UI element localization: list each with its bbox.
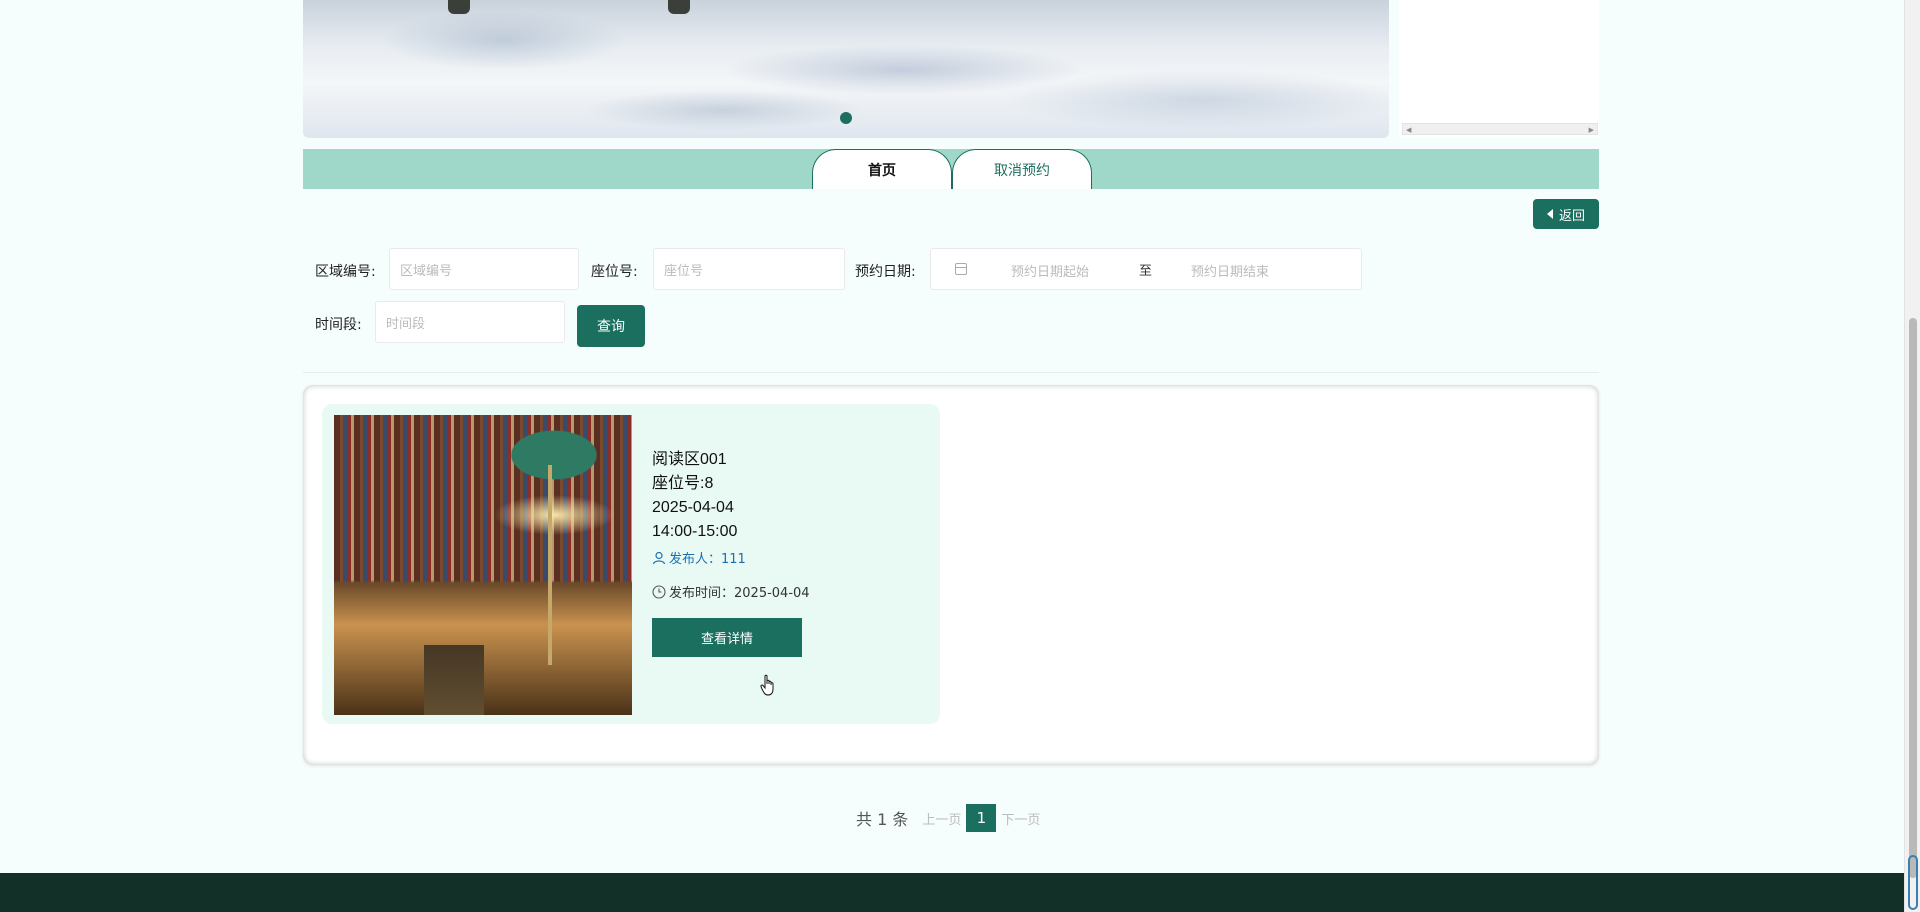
current-page[interactable]: 1	[966, 804, 997, 832]
pagination-total: 共 1 条	[856, 810, 909, 829]
side-panel	[1399, 0, 1599, 138]
time-input[interactable]: 时间段	[375, 301, 565, 343]
card-date: 2025-04-04	[652, 499, 734, 516]
tab-cancel-reservation[interactable]: 取消预约	[952, 149, 1092, 189]
footer	[0, 873, 1920, 912]
card-seat: 座位号:8	[652, 475, 714, 492]
tab-home[interactable]: 首页	[812, 149, 952, 189]
clock-icon	[652, 584, 666, 599]
seat-input[interactable]: 座位号	[653, 248, 845, 290]
date-end-input[interactable]: 预约日期结束	[1191, 261, 1269, 280]
vertical-scrollbar[interactable]	[1904, 0, 1920, 912]
publisher-text: 发布人：111	[669, 552, 746, 567]
area-label: 区域编号:	[315, 264, 376, 280]
card-area: 阅读区001	[652, 451, 727, 468]
card-publish-time: 发布时间：2025-04-04	[652, 582, 810, 601]
date-range-picker[interactable]: 预约日期起始 至 预约日期结束	[930, 248, 1362, 290]
banner-tree-shadow	[448, 0, 470, 14]
back-button[interactable]: 返回	[1533, 199, 1599, 229]
pagination: 共 1 条 上一页 1 下一页	[856, 804, 1040, 832]
scroll-left-icon[interactable]: ◀	[1406, 126, 1411, 134]
prev-page-link[interactable]: 上一页	[922, 809, 961, 828]
next-page-link[interactable]: 下一页	[1001, 809, 1040, 828]
calendar-icon	[955, 263, 967, 275]
seat-image[interactable]	[334, 415, 632, 715]
floor-reflection	[424, 645, 484, 715]
area-input[interactable]: 区域编号	[389, 248, 579, 290]
time-label: 时间段:	[315, 317, 362, 333]
back-button-label: 返回	[1558, 208, 1585, 224]
banner-tree-shadow	[668, 0, 690, 14]
lamp-pole	[548, 465, 552, 665]
banner-carousel	[303, 0, 1389, 138]
card-publisher: 发布人：111	[652, 548, 746, 567]
hand-cursor-icon	[760, 674, 774, 696]
view-details-button[interactable]: 查看详情	[652, 618, 802, 657]
user-icon	[652, 551, 666, 564]
seat-label: 座位号:	[591, 264, 638, 280]
horizontal-scrollbar[interactable]: ◀ ▶	[1402, 123, 1598, 135]
scrollbar-thumb[interactable]	[1909, 318, 1917, 878]
scroll-right-icon[interactable]: ▶	[1589, 126, 1594, 134]
date-start-input[interactable]: 预约日期起始	[1011, 261, 1089, 280]
divider	[303, 372, 1599, 373]
carousel-indicator-dot[interactable]	[840, 112, 852, 124]
date-label: 预约日期:	[855, 264, 916, 280]
search-form: 区域编号: 区域编号 座位号: 座位号 预约日期: 预约日期起始 至 预约日期结…	[303, 240, 1599, 364]
query-button[interactable]: 查询	[577, 305, 645, 347]
scrollbar-thumb-highlight[interactable]	[1908, 855, 1918, 910]
date-separator: 至	[1139, 264, 1153, 279]
caret-left-icon	[1546, 209, 1553, 219]
card-info: 阅读区001 座位号:8 2025-04-04 14:00-15:00	[652, 448, 737, 544]
publish-time-text: 发布时间：2025-04-04	[669, 586, 810, 601]
card-time: 14:00-15:00	[652, 523, 738, 540]
